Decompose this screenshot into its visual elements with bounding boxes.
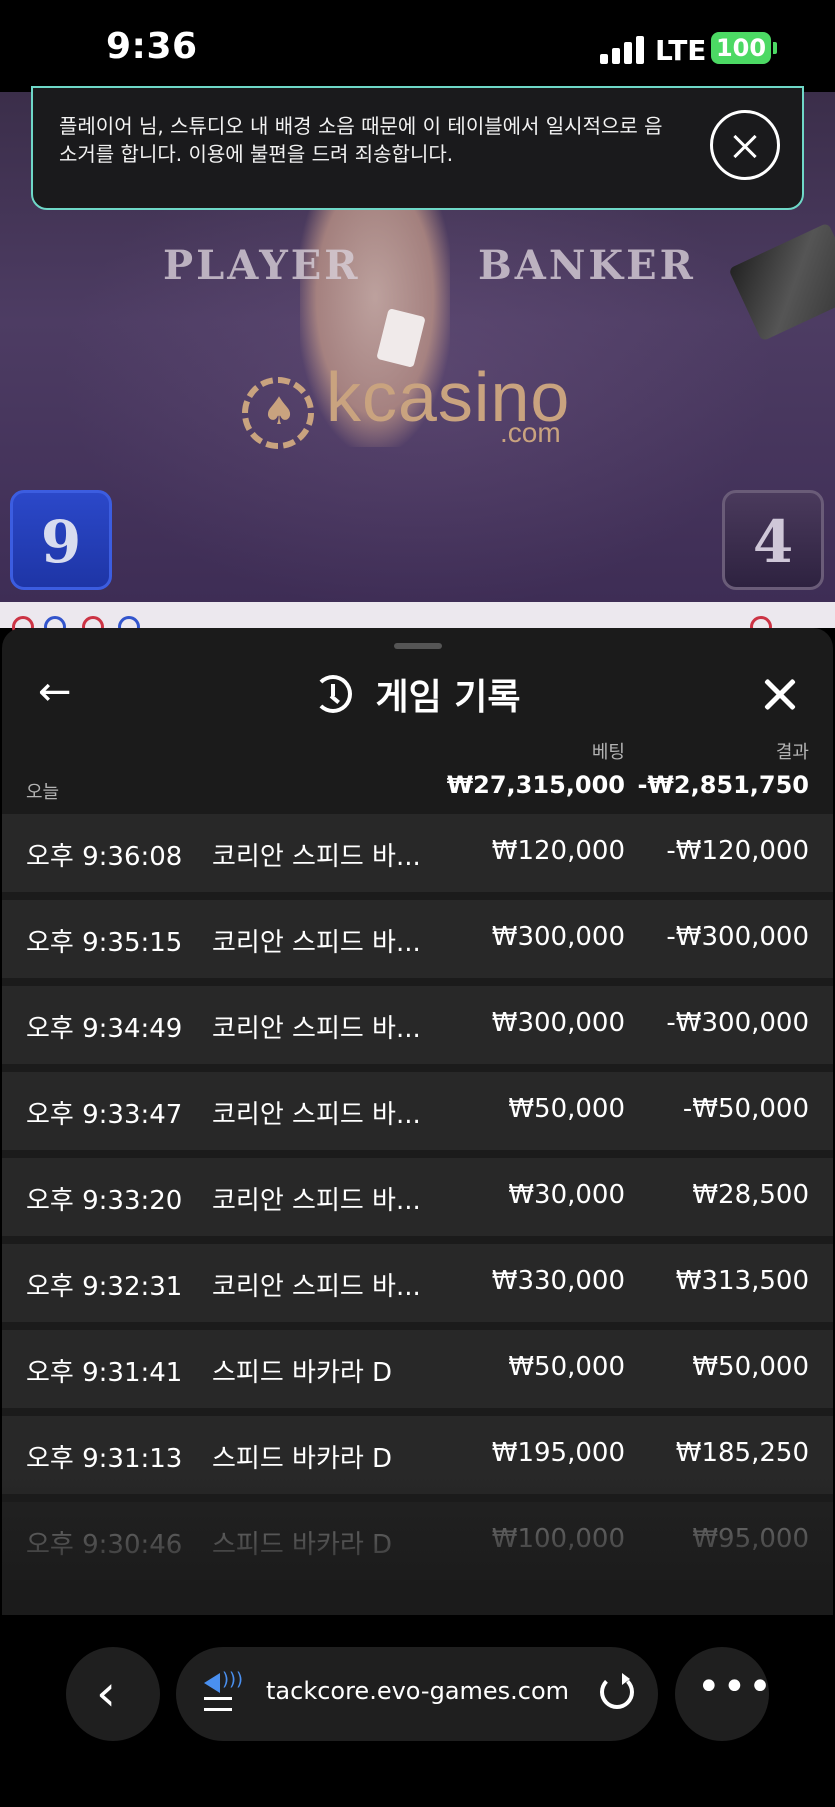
row-time: 오후 9:32:31 — [26, 1272, 183, 1302]
address-bar[interactable]: ))) tackcore.evo-games.com — [176, 1647, 658, 1741]
row-game: 코리안 스피드 바... — [212, 1186, 421, 1216]
row-bet: ₩30,000 — [508, 1180, 625, 1210]
row-bet: ₩100,000 — [491, 1524, 625, 1554]
row-result: -₩300,000 — [666, 1008, 809, 1038]
row-bet: ₩330,000 — [491, 1266, 625, 1296]
row-bet: ₩300,000 — [491, 922, 625, 952]
close-button[interactable] — [754, 668, 806, 720]
battery-tip — [773, 42, 777, 54]
history-row[interactable]: 오후 9:36:08 코리안 스피드 바... ₩120,000 -₩120,0… — [2, 814, 833, 892]
row-result: -₩300,000 — [666, 922, 809, 952]
row-result: ₩50,000 — [692, 1352, 809, 1382]
status-time: 9:36 — [106, 26, 198, 67]
url-text: tackcore.evo-games.com — [266, 1677, 570, 1705]
more-icon: ••• — [697, 1664, 774, 1710]
row-result: ₩95,000 — [692, 1524, 809, 1554]
row-bet: ₩50,000 — [508, 1352, 625, 1382]
row-result: -₩50,000 — [682, 1094, 809, 1124]
drag-handle[interactable] — [394, 643, 442, 649]
row-time: 오후 9:31:41 — [26, 1358, 183, 1388]
history-row[interactable]: 오후 9:31:13 스피드 바카라 D ₩195,000 ₩185,250 — [2, 1416, 833, 1494]
row-time: 오후 9:31:13 — [26, 1444, 183, 1474]
banker-score: 4 — [722, 490, 824, 590]
history-row[interactable]: 오후 9:33:20 코리안 스피드 바... ₩30,000 ₩28,500 — [2, 1158, 833, 1236]
history-row[interactable]: 오후 9:33:47 코리안 스피드 바... ₩50,000 -₩50,000 — [2, 1072, 833, 1150]
row-game: 스피드 바카라 D — [212, 1530, 393, 1560]
player-score: 9 — [10, 490, 112, 590]
row-game: 코리안 스피드 바... — [212, 842, 421, 872]
browser-toolbar: ‹ ))) tackcore.evo-games.com ••• — [0, 1615, 835, 1807]
history-icon — [314, 675, 353, 713]
row-bet: ₩120,000 — [491, 836, 625, 866]
close-icon[interactable] — [710, 110, 780, 180]
bet-column-header: 베팅 — [591, 742, 625, 763]
signal-icon — [600, 34, 646, 64]
row-time: 오후 9:34:49 — [26, 1014, 183, 1044]
history-row[interactable]: 오후 9:30:46 스피드 바카라 D ₩100,000 ₩95,000 — [2, 1502, 833, 1580]
table-player-label: PLAYER — [163, 242, 361, 289]
battery-icon: 100 — [711, 32, 771, 64]
row-time: 오후 9:33:47 — [26, 1100, 183, 1130]
row-result: ₩185,250 — [675, 1438, 809, 1468]
notice-text: 플레이어 님, 스튜디오 내 배경 소음 때문에 이 테이블에서 일시적으로 음… — [59, 114, 663, 166]
row-time: 오후 9:36:08 — [26, 842, 183, 872]
row-time: 오후 9:33:20 — [26, 1186, 183, 1216]
game-history-panel: ← 게임 기록 베팅 결과 오늘 ₩27,315,000 -₩2,851,750… — [2, 628, 833, 1615]
row-game: 코리안 스피드 바... — [212, 1014, 421, 1044]
row-result: -₩120,000 — [666, 836, 809, 866]
history-row[interactable]: 오후 9:34:49 코리안 스피드 바... ₩300,000 -₩300,0… — [2, 986, 833, 1064]
table-banker-label: BANKER — [478, 242, 696, 289]
history-list: 오후 9:36:08 코리안 스피드 바... ₩120,000 -₩120,0… — [2, 814, 833, 1588]
total-result: -₩2,851,750 — [637, 771, 809, 799]
row-result: ₩313,500 — [675, 1266, 809, 1296]
row-result: ₩28,500 — [692, 1180, 809, 1210]
row-bet: ₩195,000 — [491, 1438, 625, 1468]
status-bar: 9:36 LTE 100 — [0, 0, 835, 92]
browser-back-button[interactable]: ‹ — [66, 1647, 160, 1741]
more-button[interactable]: ••• — [675, 1647, 772, 1741]
row-time: 오후 9:30:46 — [26, 1530, 183, 1560]
mute-notice: 플레이어 님, 스튜디오 내 배경 소음 때문에 이 테이블에서 일시적으로 음… — [31, 86, 804, 210]
roadmap-strip — [0, 602, 835, 638]
history-row[interactable]: 오후 9:35:15 코리안 스피드 바... ₩300,000 -₩300,0… — [2, 900, 833, 978]
row-game: 스피드 바카라 D — [212, 1444, 393, 1474]
row-bet: ₩300,000 — [491, 1008, 625, 1038]
history-row[interactable]: 오후 9:31:41 스피드 바카라 D ₩50,000 ₩50,000 — [2, 1330, 833, 1408]
row-game: 코리안 스피드 바... — [212, 1272, 421, 1302]
speaker-icon[interactable]: ))) — [204, 1669, 243, 1715]
history-row[interactable]: 오후 9:32:31 코리안 스피드 바... ₩330,000 ₩313,50… — [2, 1244, 833, 1322]
reload-icon[interactable] — [600, 1673, 634, 1709]
total-bet: ₩27,315,000 — [446, 771, 625, 799]
row-game: 코리안 스피드 바... — [212, 928, 421, 958]
panel-header: 게임 기록 — [2, 668, 833, 720]
row-bet: ₩50,000 — [508, 1094, 625, 1124]
result-column-header: 결과 — [775, 742, 809, 763]
chevron-left-icon: ‹ — [96, 1664, 116, 1722]
row-game: 스피드 바카라 D — [212, 1358, 393, 1388]
panel-title: 게임 기록 — [375, 677, 521, 718]
casino-logo-sub: .com — [500, 417, 561, 448]
casino-logo-icon — [242, 377, 314, 449]
row-time: 오후 9:35:15 — [26, 928, 183, 958]
row-game: 코리안 스피드 바... — [212, 1100, 421, 1130]
today-label: 오늘 — [26, 782, 60, 803]
network-label: LTE — [655, 34, 707, 67]
